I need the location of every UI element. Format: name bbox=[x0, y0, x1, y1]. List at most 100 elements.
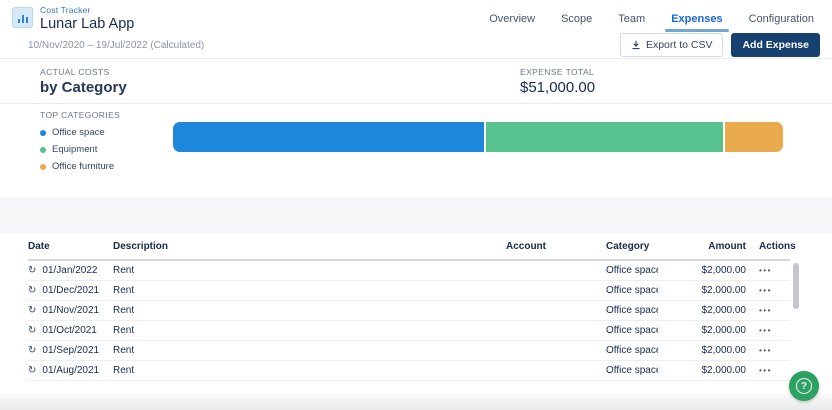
legend-item-label: Office furniture bbox=[52, 161, 114, 172]
category-cell: Office space bbox=[546, 341, 658, 361]
expenses-table: DateDescriptionAccountCategoryAmountActi… bbox=[28, 233, 790, 381]
add-expense-button[interactable]: Add Expense bbox=[731, 33, 820, 57]
table-row: ↻01/Aug/2021Rent Office space$2,000.00 ••• bbox=[28, 361, 790, 381]
category-cell: Office space bbox=[546, 301, 658, 321]
recurring-icon: ↻ bbox=[28, 326, 36, 336]
legend-title: TOP CATEGORIES bbox=[40, 110, 173, 120]
expense-total-value: $51,000.00 bbox=[520, 79, 595, 96]
toolbar-actions: Export to CSV Add Expense bbox=[620, 33, 820, 57]
date-range-label: 10/Nov/2020 – 19/Jul/2022 (Calculated) bbox=[28, 40, 204, 51]
legend-item-equipment: Equipment bbox=[40, 144, 173, 155]
expense-date: 01/Oct/2021 bbox=[42, 325, 96, 336]
amount-cell: $2,000.00 bbox=[658, 341, 746, 361]
column-header-description: Description bbox=[113, 233, 448, 260]
expense-date: 01/Dec/2021 bbox=[42, 285, 99, 296]
legend-item-office-furniture: Office furniture bbox=[40, 161, 173, 172]
bar-segment-office-space[interactable] bbox=[173, 122, 484, 152]
app-identity: Cost Tracker Lunar Lab App bbox=[12, 5, 134, 32]
category-cell: Office space bbox=[546, 260, 658, 281]
legend-dot-icon bbox=[40, 130, 46, 136]
chart-header: ACTUAL COSTS by Category EXPENSE TOTAL $… bbox=[0, 59, 832, 104]
project-avatar-chart-icon bbox=[12, 7, 33, 28]
table-row: ↻01/Sep/2021Rent Office space$2,000.00 ••• bbox=[28, 341, 790, 361]
category-cell: Office space bbox=[546, 281, 658, 301]
row-actions-menu-button[interactable]: ••• bbox=[759, 346, 772, 355]
account-cell bbox=[448, 361, 546, 381]
date-cell-content: ↻01/Aug/2021 bbox=[28, 365, 113, 376]
expense-date: 01/Nov/2021 bbox=[42, 305, 99, 316]
chart-legend: TOP CATEGORIES Office spaceEquipmentOffi… bbox=[40, 110, 173, 178]
section-divider-band bbox=[0, 197, 832, 233]
account-cell bbox=[448, 321, 546, 341]
row-actions-menu-button[interactable]: ••• bbox=[759, 306, 772, 315]
export-csv-label: Export to CSV bbox=[646, 39, 713, 51]
account-cell bbox=[448, 281, 546, 301]
row-actions-menu-button[interactable]: ••• bbox=[759, 366, 772, 375]
row-actions-menu-button[interactable]: ••• bbox=[759, 266, 772, 275]
date-cell-content: ↻ 01/Oct/2021 bbox=[28, 325, 113, 336]
tab-scope[interactable]: Scope bbox=[561, 13, 592, 32]
amount-cell: $2,000.00 bbox=[658, 361, 746, 381]
date-cell: ↻01/Aug/2021 bbox=[28, 361, 113, 381]
expense-date: 01/Aug/2021 bbox=[42, 365, 99, 376]
question-icon: ? bbox=[796, 378, 812, 394]
account-cell bbox=[448, 260, 546, 281]
actions-cell: ••• bbox=[746, 341, 790, 361]
description-cell: Rent bbox=[113, 321, 448, 341]
tab-configuration[interactable]: Configuration bbox=[749, 13, 814, 32]
export-csv-button[interactable]: Export to CSV bbox=[620, 33, 724, 57]
help-button[interactable]: ? bbox=[789, 371, 819, 401]
legend-item-office-space: Office space bbox=[40, 127, 173, 138]
titles: Cost Tracker Lunar Lab App bbox=[40, 5, 134, 32]
date-cell: ↻ 01/Dec/2021 bbox=[28, 281, 113, 301]
tab-expenses[interactable]: Expenses bbox=[671, 13, 722, 32]
table-scrollbar[interactable] bbox=[793, 263, 799, 309]
row-actions-menu-button[interactable]: ••• bbox=[759, 326, 772, 335]
column-header-amount: Amount bbox=[658, 233, 746, 260]
cost-tracker-page: Cost Tracker Lunar Lab App Overview Scope… bbox=[0, 0, 832, 410]
bottom-band bbox=[0, 393, 832, 410]
amount-cell: $2,000.00 bbox=[658, 260, 746, 281]
stacked-bar-chart bbox=[173, 122, 783, 152]
description-cell: Rent bbox=[113, 281, 448, 301]
category-cell: Office space bbox=[546, 361, 658, 381]
date-cell-content: ↻ 01/Dec/2021 bbox=[28, 285, 113, 296]
download-icon bbox=[631, 40, 641, 50]
expense-date: 01/Jan/2022 bbox=[42, 265, 97, 276]
tab-overview[interactable]: Overview bbox=[489, 13, 535, 32]
expenses-table-card: DateDescriptionAccountCategoryAmountActi… bbox=[0, 233, 832, 394]
expense-total-label: EXPENSE TOTAL bbox=[520, 67, 595, 77]
legend-dot-icon bbox=[40, 147, 46, 153]
actual-costs-card: ACTUAL COSTS by Category EXPENSE TOTAL $… bbox=[0, 58, 832, 197]
recurring-icon: ↻ bbox=[28, 286, 36, 296]
description-cell: Rent bbox=[113, 341, 448, 361]
nav-tabs: Overview Scope Team Expenses Configuration bbox=[489, 5, 818, 32]
account-cell bbox=[448, 341, 546, 361]
description-cell: Rent bbox=[113, 361, 448, 381]
tab-team[interactable]: Team bbox=[618, 13, 645, 32]
column-header-actions: Actions bbox=[746, 233, 790, 260]
amount-cell: $2,000.00 bbox=[658, 281, 746, 301]
date-cell: ↻ 01/Oct/2021 bbox=[28, 321, 113, 341]
bar-segment-equipment[interactable] bbox=[484, 122, 723, 152]
category-cell: Office space bbox=[546, 321, 658, 341]
actions-cell: ••• bbox=[746, 260, 790, 281]
row-actions-menu-button[interactable]: ••• bbox=[759, 286, 772, 295]
legend-items: Office space Equipment Office furniture bbox=[40, 127, 173, 172]
amount-cell: $2,000.00 bbox=[658, 321, 746, 341]
column-header-category: Category bbox=[546, 233, 658, 260]
actions-cell: ••• bbox=[746, 361, 790, 381]
legend-item-label: Equipment bbox=[52, 144, 97, 155]
date-cell-content: ↻ 01/Jan/2022 bbox=[28, 265, 113, 276]
toolbar: 10/Nov/2020 – 19/Jul/2022 (Calculated) E… bbox=[0, 32, 832, 58]
date-cell-content: ↻01/Sep/2021 bbox=[28, 345, 113, 356]
recurring-icon: ↻ bbox=[28, 266, 36, 276]
chart-body: TOP CATEGORIES Office spaceEquipmentOffi… bbox=[0, 104, 832, 178]
recurring-icon: ↻ bbox=[28, 306, 36, 316]
section-title: by Category bbox=[40, 79, 520, 96]
table-header-row: DateDescriptionAccountCategoryAmountActi… bbox=[28, 233, 790, 260]
expense-date: 01/Sep/2021 bbox=[42, 345, 99, 356]
actions-cell: ••• bbox=[746, 301, 790, 321]
bar-segment-office-furniture[interactable] bbox=[723, 122, 783, 152]
description-cell: Rent bbox=[113, 260, 448, 281]
